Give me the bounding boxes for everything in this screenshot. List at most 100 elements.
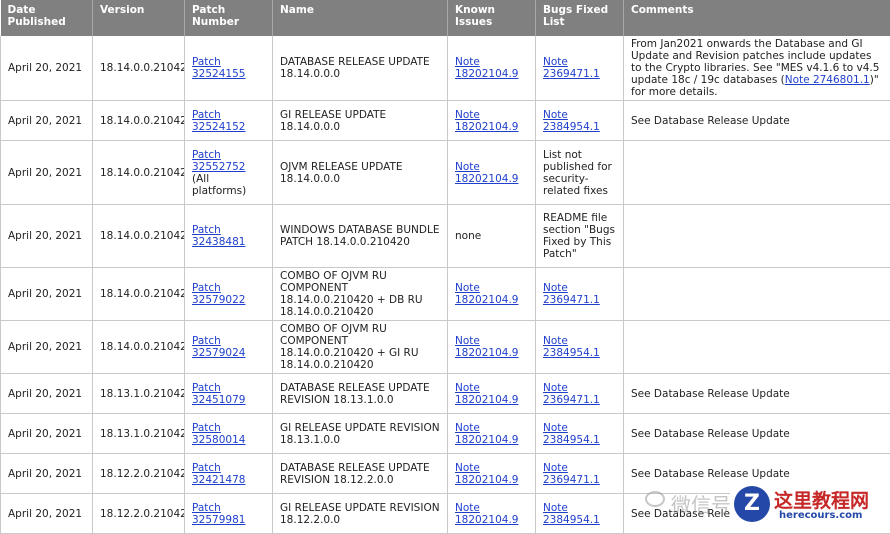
- cell-date: April 20, 2021: [1, 321, 93, 374]
- col-header-patch-number: Patch Number: [185, 0, 273, 36]
- table-header-row: Date Published Version Patch Number Name…: [1, 0, 890, 36]
- cell-bugs-fixed: Note 2384954.1: [536, 414, 624, 454]
- known-issues-link[interactable]: Note 18202104.9: [455, 56, 518, 80]
- col-header-name: Name: [273, 0, 448, 36]
- table-row: April 20, 202118.13.1.0.210420Patch 3245…: [1, 374, 890, 414]
- cell-name: COMBO OF OJVM RU COMPONENT 18.14.0.0.210…: [273, 321, 448, 374]
- cell-version: 18.14.0.0.210420: [93, 141, 185, 205]
- patch-link[interactable]: Patch 32451079: [192, 382, 245, 406]
- cell-known-issues: Note 18202104.9: [448, 494, 536, 534]
- cell-date: April 20, 2021: [1, 494, 93, 534]
- known-issues-link[interactable]: Note 18202104.9: [455, 282, 518, 306]
- patch-link[interactable]: Patch 32524152: [192, 109, 245, 133]
- site-logo: Z 这里教程网 herecours.com: [730, 483, 890, 531]
- cell-date: April 20, 2021: [1, 36, 93, 101]
- patch-note: (All platforms): [192, 173, 246, 197]
- known-issues-link[interactable]: Note 18202104.9: [455, 335, 518, 359]
- cell-name: DATABASE RELEASE UPDATE REVISION 18.13.1…: [273, 374, 448, 414]
- cell-date: April 20, 2021: [1, 101, 93, 141]
- patch-link[interactable]: Patch 32552752: [192, 149, 245, 173]
- cell-comments: [624, 321, 890, 374]
- patch-link[interactable]: Patch 32579981: [192, 502, 245, 526]
- cell-bugs-fixed: Note 2384954.1: [536, 101, 624, 141]
- watermark: 微信号: li Yu... Z 这里教程网 herecours.com: [645, 483, 890, 531]
- cell-patch-number: Patch 32438481: [185, 205, 273, 268]
- cell-known-issues: Note 18202104.9: [448, 101, 536, 141]
- table-row: April 20, 202118.13.1.0.210420 Patch 3258…: [1, 414, 890, 454]
- bugs-fixed-link[interactable]: Note 2384954.1: [543, 335, 600, 359]
- known-issues-link[interactable]: Note 18202104.9: [455, 422, 518, 446]
- cell-name: GI RELEASE UPDATE 18.14.0.0.0: [273, 101, 448, 141]
- comment-note-link[interactable]: Note 2746801.1: [785, 74, 870, 86]
- bugs-fixed-link[interactable]: Note 2369471.1: [543, 382, 600, 406]
- bugs-fixed-link[interactable]: Note 2384954.1: [543, 502, 600, 526]
- cell-comments: [624, 268, 890, 321]
- cell-date: April 20, 2021: [1, 414, 93, 454]
- bugs-fixed-text: README file section "Bugs Fixed by This …: [543, 212, 615, 260]
- bugs-fixed-link[interactable]: Note 2384954.1: [543, 109, 600, 133]
- comment-text: See Database Release Update: [631, 468, 790, 480]
- cell-name: WINDOWS DATABASE BUNDLE PATCH 18.14.0.0.…: [273, 205, 448, 268]
- patch-link[interactable]: Patch 32579022: [192, 282, 245, 306]
- cell-bugs-fixed: Note 2369471.1: [536, 454, 624, 494]
- cell-comments: See Database Release Update: [624, 414, 890, 454]
- bugs-fixed-text: List not published for security-related …: [543, 149, 612, 197]
- cell-patch-number: Patch 32451079: [185, 374, 273, 414]
- cell-patch-number: Patch 32579022: [185, 268, 273, 321]
- table-row: April 20, 202118.14.0.0.210420Patch 3255…: [1, 141, 890, 205]
- patch-link[interactable]: Patch 32580014: [192, 422, 245, 446]
- cell-name: GI RELEASE UPDATE REVISION 18.12.2.0.0: [273, 494, 448, 534]
- cell-version: 18.12.2.0.210420: [93, 494, 185, 534]
- table-row: April 20, 202118.14.0.0.210420 Patch 3252…: [1, 36, 890, 101]
- bugs-fixed-link[interactable]: Note 2369471.1: [543, 56, 600, 80]
- cell-name: DATABASE RELEASE UPDATE 18.14.0.0.0: [273, 36, 448, 101]
- cell-name: GI RELEASE UPDATE REVISION 18.13.1.0.0: [273, 414, 448, 454]
- known-issues-link[interactable]: Note 18202104.9: [455, 161, 518, 185]
- cell-known-issues: Note 18202104.9: [448, 414, 536, 454]
- bugs-fixed-link[interactable]: Note 2369471.1: [543, 282, 600, 306]
- col-header-date: Date Published: [1, 0, 93, 36]
- known-issues-link[interactable]: Note 18202104.9: [455, 382, 518, 406]
- cell-version: 18.14.0.0.210420: [93, 36, 185, 101]
- cell-name: DATABASE RELEASE UPDATE REVISION 18.12.2…: [273, 454, 448, 494]
- cell-date: April 20, 2021: [1, 141, 93, 205]
- known-issues-link[interactable]: Note 18202104.9: [455, 502, 518, 526]
- cell-comments: [624, 205, 890, 268]
- cell-date: April 20, 2021: [1, 454, 93, 494]
- cell-known-issues: Note 18202104.9: [448, 321, 536, 374]
- cell-known-issues: Note 18202104.9: [448, 268, 536, 321]
- col-header-known-issues: Known Issues: [448, 0, 536, 36]
- bugs-fixed-link[interactable]: Note 2369471.1: [543, 462, 600, 486]
- table-row: April 20, 202118.14.0.0.210420 Patch 3252…: [1, 101, 890, 141]
- cell-known-issues: Note 18202104.9: [448, 374, 536, 414]
- cell-version: 18.14.0.0.210420: [93, 205, 185, 268]
- cell-known-issues: Note 18202104.9: [448, 141, 536, 205]
- col-header-comments: Comments: [624, 0, 890, 36]
- cell-bugs-fixed: Note 2369471.1: [536, 374, 624, 414]
- cell-version: 18.13.1.0.210420: [93, 414, 185, 454]
- cell-bugs-fixed: Note 2384954.1: [536, 321, 624, 374]
- patch-link[interactable]: Patch 32579024: [192, 335, 245, 359]
- site-logo-icon: Z: [734, 486, 770, 522]
- patch-link[interactable]: Patch 32421478: [192, 462, 245, 486]
- cell-version: 18.12.2.0.210420: [93, 454, 185, 494]
- bugs-fixed-link[interactable]: Note 2384954.1: [543, 422, 600, 446]
- cell-date: April 20, 2021: [1, 205, 93, 268]
- cell-known-issues: none: [448, 205, 536, 268]
- known-issues-link[interactable]: Note 18202104.9: [455, 462, 518, 486]
- cell-version: 18.14.0.0.210420: [93, 101, 185, 141]
- col-header-bugs-fixed: Bugs Fixed List: [536, 0, 624, 36]
- patch-link[interactable]: Patch 32524155: [192, 56, 245, 80]
- known-issues-text: none: [455, 230, 481, 242]
- cell-patch-number: Patch 32552752(All platforms): [185, 141, 273, 205]
- patch-table: Date Published Version Patch Number Name…: [0, 0, 890, 534]
- cell-patch-number: Patch 32579981: [185, 494, 273, 534]
- cell-patch-number: Patch 32579024: [185, 321, 273, 374]
- cell-version: 18.13.1.0.210420: [93, 374, 185, 414]
- cell-patch-number: Patch 32524155: [185, 36, 273, 101]
- known-issues-link[interactable]: Note 18202104.9: [455, 109, 518, 133]
- cell-version: 18.14.0.0.210420: [93, 268, 185, 321]
- cell-bugs-fixed: Note 2384954.1: [536, 494, 624, 534]
- patch-link[interactable]: Patch 32438481: [192, 224, 245, 248]
- cell-comments: From Jan2021 onwards the Database and GI…: [624, 36, 890, 101]
